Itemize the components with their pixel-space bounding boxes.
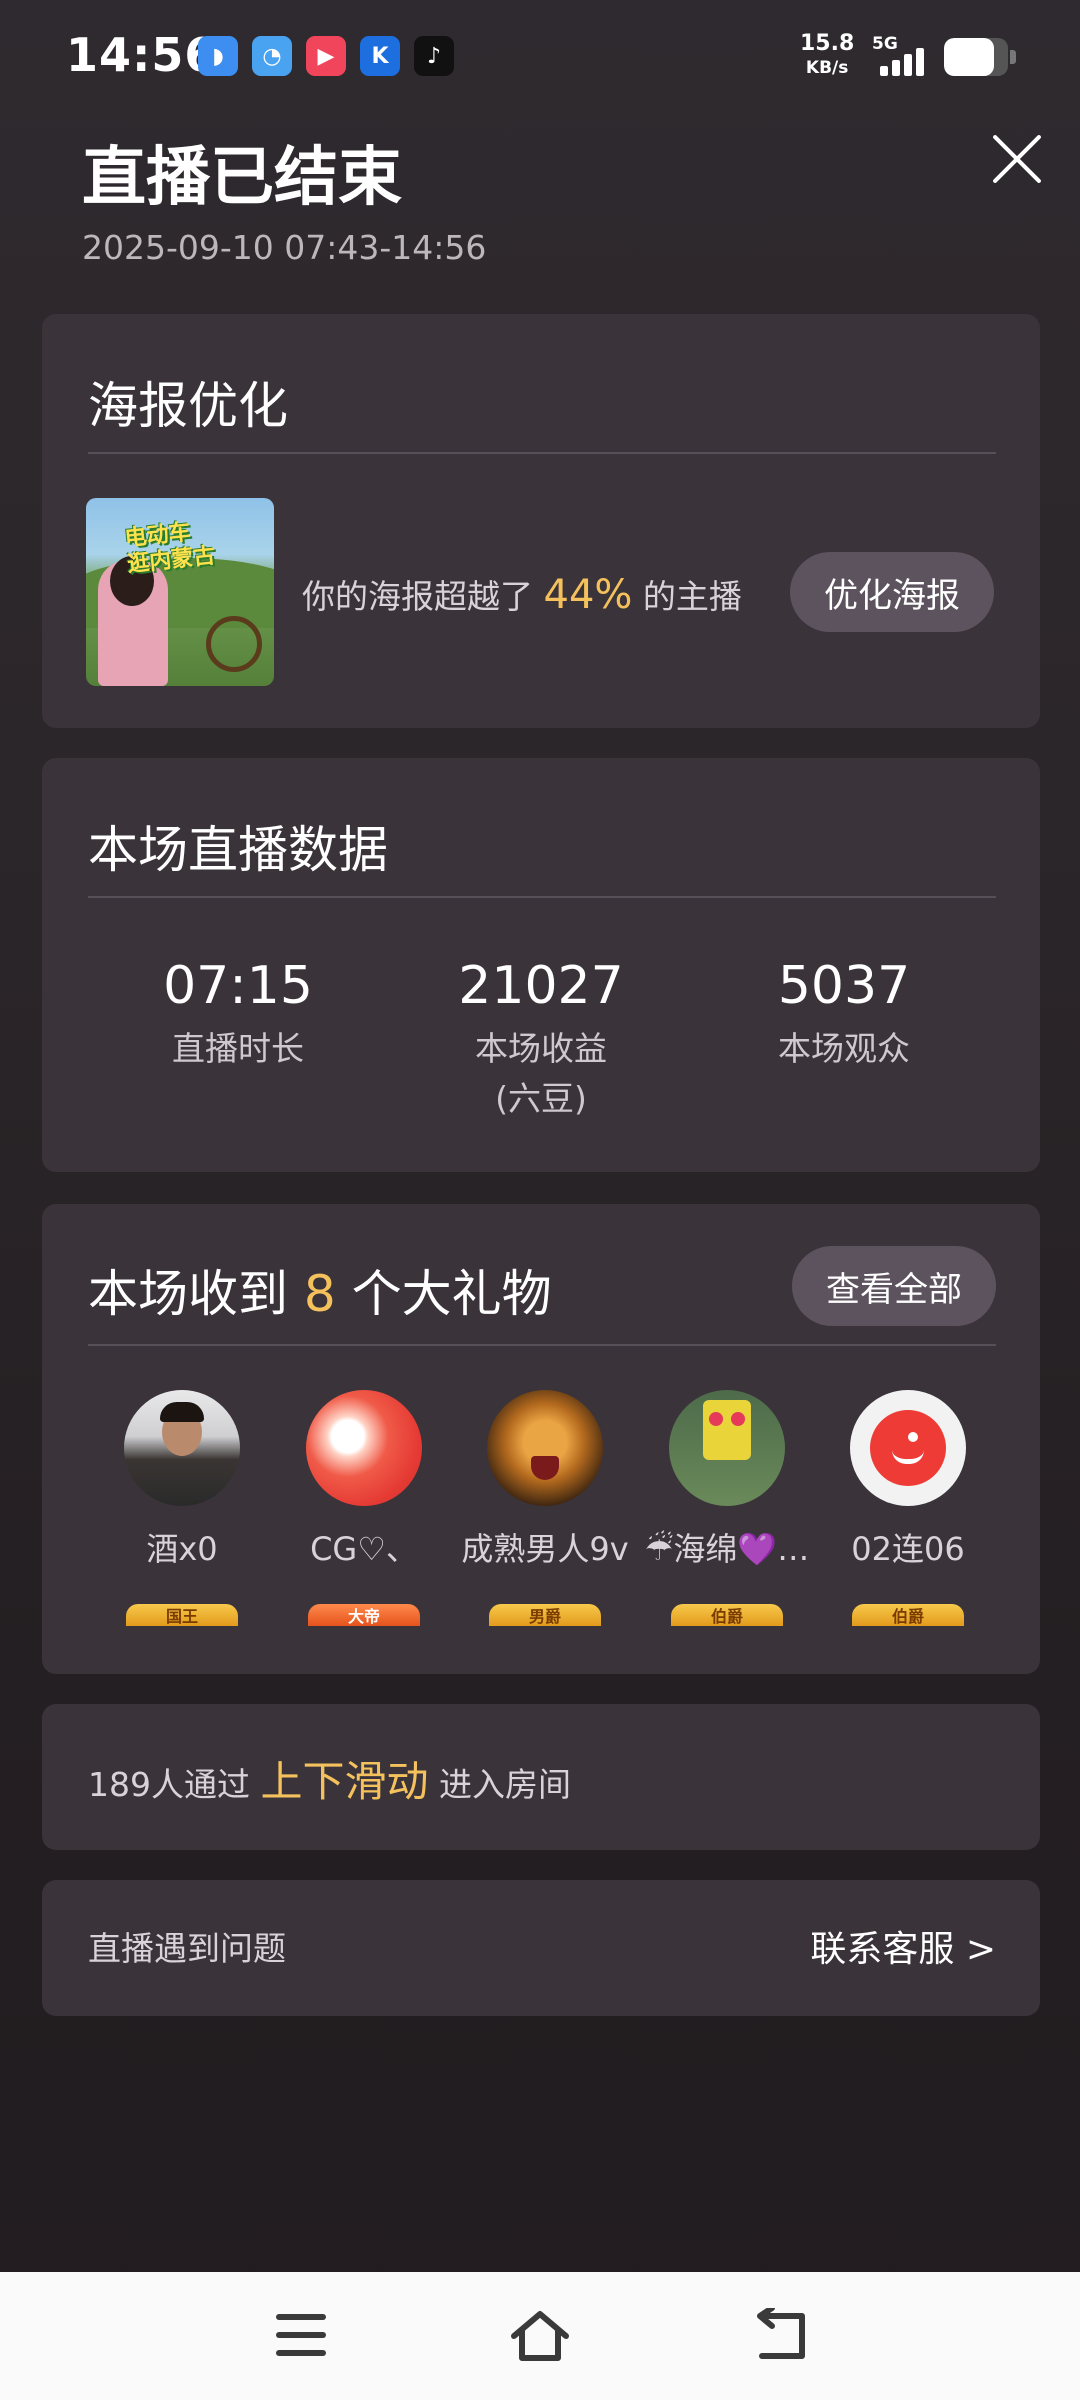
poster-rank-text: 你的海报超越了 44% 的主播 [302, 572, 742, 618]
gift-user[interactable]: 02连06 伯爵 [813, 1390, 1003, 1626]
swipe-highlight: 上下滑动 [260, 1757, 429, 1806]
signal-icon: 5G [870, 34, 936, 80]
optimize-poster-button[interactable]: 优化海报 [790, 552, 994, 632]
rank-badge: 国王 [126, 1604, 238, 1626]
network-speed-unit: KB/s [805, 58, 849, 78]
status-time: 14:56 [66, 28, 218, 82]
swipe-entry-card: 189人通过 上下滑动 进入房间 [42, 1704, 1040, 1850]
poster-thumbnail[interactable]: 电动车 逛内蒙古 [86, 498, 274, 686]
gifts-card-title: 本场收到 8 个大礼物 [88, 1265, 552, 1323]
avatar [124, 1390, 240, 1506]
tiktok-app-icon: ♪ [414, 36, 454, 76]
divider [88, 896, 996, 898]
poster-card: 海报优化 电动车 逛内蒙古 你的海报超越了 44% 的主播 优化海报 [42, 314, 1040, 728]
view-all-button[interactable]: 查看全部 [792, 1246, 996, 1326]
gift-user-name: 酒x0 [146, 1530, 218, 1568]
rank-badge: 大帝 [308, 1604, 420, 1626]
files-app-icon: ◔ [252, 36, 292, 76]
network-speed-value: 15.8 [800, 31, 855, 56]
gift-user-name: CG♡、 [310, 1530, 418, 1568]
stat-label: 本场观众 [778, 1029, 910, 1068]
help-text: 直播遇到问题 [88, 1929, 286, 1968]
status-bar: 14:56 ◗ ◔ ▶ K ♪ 15.8 KB/s 5G [0, 0, 1080, 118]
gift-user-name: ☔海绵💜… [644, 1530, 810, 1568]
stat-audience: 5037 本场观众 [694, 954, 994, 1074]
stats-card-title: 本场直播数据 [88, 821, 388, 879]
rank-badge: 伯爵 [671, 1604, 783, 1626]
avatar [487, 1390, 603, 1506]
gift-user-name: 02连06 [851, 1530, 965, 1568]
live-stats-card: 本场直播数据 07:15 直播时长 21027 本场收益 (六豆) 5037 本… [42, 758, 1040, 1172]
notification-icons: ◗ ◔ ▶ K ♪ [198, 36, 454, 76]
stat-value: 07:15 [163, 956, 313, 1016]
battery-tip [1010, 50, 1016, 64]
avatar [306, 1390, 422, 1506]
stat-value: 21027 [458, 956, 624, 1016]
avatar [669, 1390, 785, 1506]
video-app-icon: ▶ [306, 36, 346, 76]
home-icon[interactable] [508, 2308, 569, 2364]
divider [88, 1344, 996, 1346]
poster-percent: 44% [543, 572, 633, 618]
avatar [850, 1390, 966, 1506]
big-gifts-card: 本场收到 8 个大礼物 查看全部 酒x0 国王 CG♡、 大帝 成熟男人9v 男… [42, 1204, 1040, 1674]
divider [88, 452, 996, 454]
poster-thumb-text: 电动车 逛内蒙古 [123, 519, 217, 578]
close-icon[interactable] [984, 126, 1050, 192]
gift-user-name: 成熟男人9v [461, 1530, 629, 1568]
gift-user[interactable]: ☔海绵💜… 伯爵 [632, 1390, 822, 1626]
stat-value: 5037 [777, 956, 911, 1016]
kugou-app-icon: K [360, 36, 400, 76]
poster-card-title: 海报优化 [88, 377, 288, 435]
contact-support-link[interactable]: 联系客服 > [810, 1920, 996, 1972]
stat-duration: 07:15 直播时长 [88, 954, 388, 1074]
menu-icon[interactable] [272, 2308, 332, 2364]
gift-user[interactable]: CG♡、 大帝 [269, 1390, 459, 1626]
stat-label: 本场收益 (六豆) [475, 1029, 607, 1118]
gift-count: 8 [303, 1265, 336, 1323]
help-card[interactable]: 直播遇到问题 联系客服 > [42, 1880, 1040, 2016]
back-icon[interactable] [750, 2305, 810, 2364]
gift-user[interactable]: 酒x0 国王 [87, 1390, 277, 1626]
live-time-range: 2025-09-10 07:43-14:56 [82, 228, 487, 267]
stat-income: 21027 本场收益 (六豆) [391, 954, 691, 1124]
network-type: 5G [872, 34, 898, 54]
browser-app-icon: ◗ [198, 36, 238, 76]
system-nav-bar [0, 2272, 1080, 2400]
gift-user[interactable]: 成熟男人9v 男爵 [450, 1390, 640, 1626]
swipe-entry-text: 189人通过 上下滑动 进入房间 [88, 1757, 572, 1806]
stat-label: 直播时长 [172, 1029, 304, 1068]
page-title: 直播已结束 [82, 141, 402, 215]
network-speed: 15.8 KB/s [800, 32, 854, 80]
battery-icon [944, 38, 1008, 76]
rank-badge: 伯爵 [852, 1604, 964, 1626]
rank-badge: 男爵 [489, 1604, 601, 1626]
